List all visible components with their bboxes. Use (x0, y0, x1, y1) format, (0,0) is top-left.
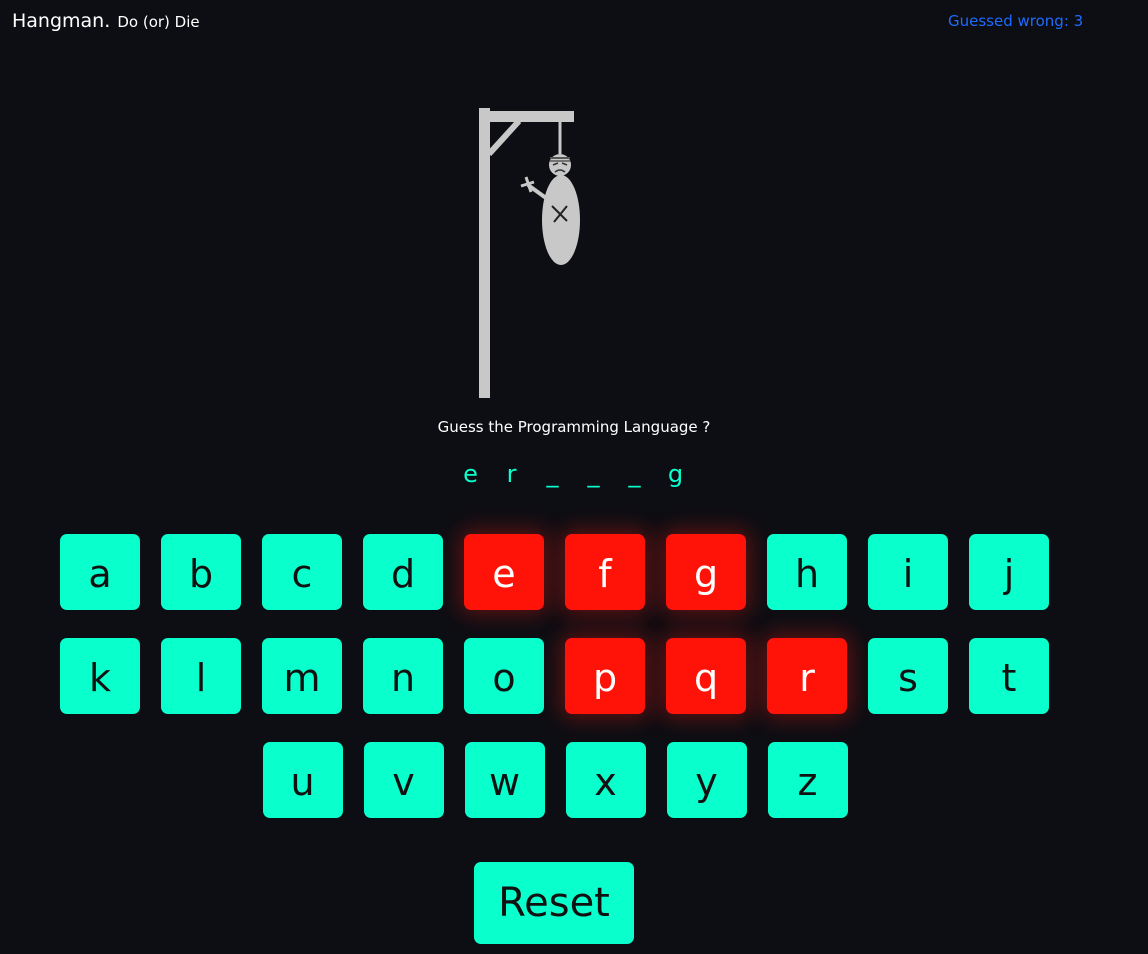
gallows-beam (479, 111, 574, 122)
word-slot: e (463, 460, 480, 488)
brand-tagline: Do (or) Die (117, 13, 200, 31)
key-w[interactable]: w (464, 742, 545, 818)
hangman-body (542, 175, 580, 265)
key-q[interactable]: q (666, 638, 746, 714)
word-slot: _ (546, 460, 561, 488)
key-c[interactable]: c (262, 534, 342, 610)
word-slot: g (667, 460, 686, 488)
keyboard-row: a b c d e f g h i j (60, 534, 1050, 610)
keyboard-row: u v w x y z (60, 742, 1050, 818)
word-slot: _ (587, 460, 602, 488)
gallows-brace (486, 118, 522, 157)
key-s[interactable]: s (868, 638, 948, 714)
key-k[interactable]: k (60, 638, 140, 714)
key-a[interactable]: a (60, 534, 140, 610)
letter-keyboard: a b c d e f g h i j k l m n o p q r s t … (60, 534, 1050, 846)
brand: Hangman. Do (or) Die (12, 10, 200, 32)
key-g[interactable]: g (666, 534, 746, 610)
game-prompt: Guess the Programming Language ? (437, 418, 711, 436)
key-x[interactable]: x (565, 742, 646, 818)
key-l[interactable]: l (161, 638, 241, 714)
word-slot: _ (628, 460, 643, 488)
key-r[interactable]: r (767, 638, 847, 714)
keyboard-row: k l m n o p q r s t (60, 638, 1050, 714)
key-h[interactable]: h (767, 534, 847, 610)
key-p[interactable]: p (565, 638, 645, 714)
key-o[interactable]: o (464, 638, 544, 714)
key-u[interactable]: u (262, 742, 343, 818)
key-y[interactable]: y (666, 742, 747, 818)
brand-title: Hangman. (12, 10, 111, 32)
key-b[interactable]: b (161, 534, 241, 610)
key-m[interactable]: m (262, 638, 342, 714)
word-display: e r _ _ _ g (0, 460, 1148, 488)
key-z[interactable]: z (767, 742, 848, 818)
wrong-guess-counter: Guessed wrong: 3 (948, 12, 1084, 30)
key-d[interactable]: d (363, 534, 443, 610)
key-n[interactable]: n (363, 638, 443, 714)
key-v[interactable]: v (363, 742, 444, 818)
gallows-illustration (479, 108, 580, 398)
key-f[interactable]: f (565, 534, 645, 610)
hangman-page: Hangman. Do (or) Die Guessed wrong: 3 Gu… (0, 0, 1148, 954)
word-slot: r (506, 460, 519, 488)
reset-button[interactable]: Reset (474, 862, 634, 944)
key-e[interactable]: e (464, 534, 544, 610)
key-t[interactable]: t (969, 638, 1049, 714)
key-i[interactable]: i (868, 534, 948, 610)
key-j[interactable]: j (969, 534, 1049, 610)
